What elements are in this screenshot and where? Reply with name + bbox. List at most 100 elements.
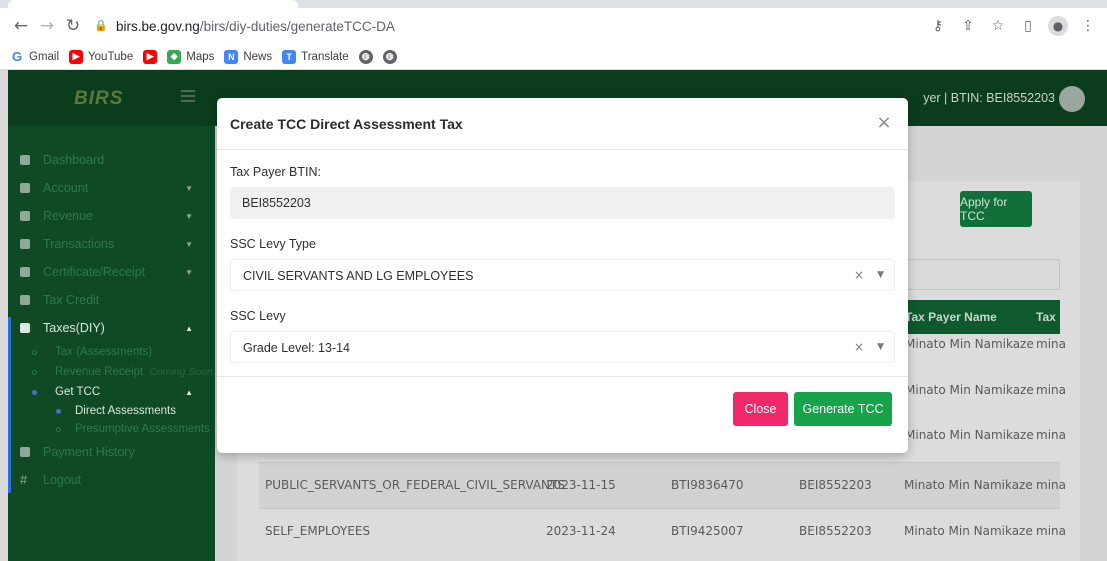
active-tab[interactable] [8,0,298,8]
table-row[interactable]: PUBLIC_SERVANTS_OR_FEDERAL_CIVIL_SERVANT… [259,462,1066,508]
forward-icon[interactable]: → [34,13,60,39]
menu-icon[interactable]: ⋮ [1077,15,1099,37]
table-cell: Minato Min Namikaze [905,383,1034,397]
table-row[interactable]: SELF_EMPLOYEES 2023-11-24 BTI9425007 BEI… [259,508,1066,554]
home-icon [20,155,30,165]
bookmark-globe-1[interactable]: ◍ [358,49,373,64]
table-cell: mina [1036,428,1066,442]
table-cell: Minato Min Namikaze [905,428,1034,442]
bookmark-gmail[interactable]: G Gmail [10,49,59,64]
address-bar[interactable]: 🔒 birs.be.gov.ng/birs/diy-duties/generat… [94,19,395,34]
bookmark-news[interactable]: N News [224,49,272,64]
nav-row: ← → ↻ 🔒 birs.be.gov.ng/birs/diy-duties/g… [0,8,1107,44]
hamburger-icon[interactable] [181,90,195,102]
sidebar-menu: Dashboard Account ▼ Revenue ▼ Transactions… [8,146,215,494]
reload-icon[interactable]: ↻ [60,13,86,39]
levy-select[interactable]: Grade Level: 13-14 × ▼ [230,331,895,363]
sidebar-item-revenue[interactable]: Revenue ▼ [8,202,215,230]
sidebar-subitem-presumptive-assessments[interactable]: Presumptive Assessments [8,420,215,438]
levy-type-value: CIVIL SERVANTS AND LG EMPLOYEES [243,269,474,283]
caret-up-icon: ▲ [185,387,193,397]
sidebar-subitem-label: Get TCC [55,386,101,398]
avatar[interactable] [1059,86,1085,112]
apply-for-tcc-button[interactable]: Apply for TCC [960,191,1032,227]
sidebar-item-label: Dashboard [43,153,105,167]
table-cell: mina [1036,337,1066,351]
circle-icon [56,426,61,432]
sidebar-subitem-tax-assessments[interactable]: Tax (Assessments) [8,342,215,362]
lock-icon: 🔒 [94,20,108,32]
star-icon[interactable]: ☆ [987,15,1009,37]
table-cell: mina [1036,524,1066,538]
sidebar-item-label: Revenue [43,209,94,223]
key-icon[interactable]: ⚷ [927,15,949,37]
share-icon[interactable]: ⇪ [957,15,979,37]
clear-icon[interactable]: × [854,268,864,282]
sidebar-item-account[interactable]: Account ▼ [8,174,215,202]
coming-soon-badge: Coming Soon [149,366,213,378]
table-cell: Minato Min Namikaze [904,478,1033,492]
birs-logo: BIRS [74,88,124,109]
google-icon: G [11,49,23,64]
sidebar-item-payment-history[interactable]: Payment History [8,438,215,466]
caret-up-icon: ▲ [185,323,193,333]
close-icon[interactable]: × [873,111,895,133]
sidebar-item-taxes-diy[interactable]: Taxes(DIY) ▲ [8,314,215,342]
bookmark-label: Maps [186,50,215,63]
levy-type-label: SSC Levy Type [230,237,316,251]
sidebar-subitem-label: Direct Assessments [75,405,176,417]
caret-down-icon: ▼ [185,239,193,249]
bookmark-translate[interactable]: T Translate [282,49,349,64]
toolbar-icons: ⚷ ⇪ ☆ ▯ ● ⋮ [927,8,1099,44]
caret-down-icon: ▼ [185,183,193,193]
bookmark-globe-2[interactable]: ◍ [382,49,397,64]
table-cell: BTI9836470 [671,478,744,492]
youtube-icon: ▶ [143,49,158,64]
generate-tcc-button[interactable]: Generate TCC [794,392,892,426]
sidebar-item-label: Transactions [43,237,115,251]
sidebar-item-label: Logout [43,473,82,487]
table-cell: mina [1036,383,1066,397]
sidebar-subitem-direct-assessments[interactable]: Direct Assessments [8,402,215,420]
translate-icon: T [282,49,297,64]
sidebar-subitem-get-tcc[interactable]: Get TCC ▲ [8,382,215,402]
table-search-input[interactable] [895,259,1060,290]
table-cell: 2023-11-24 [546,524,616,538]
sidebar-item-dashboard[interactable]: Dashboard [8,146,215,174]
circle-icon [32,349,37,355]
hash-icon: # [20,472,28,487]
chevron-down-icon[interactable]: ▼ [877,270,884,280]
back-icon[interactable]: ← [8,13,34,39]
table-cell: mina [1036,478,1066,492]
bookmark-youtube-2[interactable]: ▶ [143,49,158,64]
sidebar-item-label: Taxes(DIY) [43,321,105,335]
bookmark-label: Translate [301,50,349,63]
levy-type-select[interactable]: CIVIL SERVANTS AND LG EMPLOYEES × ▼ [230,259,895,291]
close-button[interactable]: Close [733,392,788,426]
btin-field[interactable]: BEI8552203 [230,187,895,219]
sidebar-item-transactions[interactable]: Transactions ▼ [8,230,215,258]
sidebar-item-label: Account [43,181,89,195]
bookmark-youtube[interactable]: ▶ YouTube [69,49,133,64]
table-cell: Minato Min Namikaze [905,337,1034,351]
modal-title: Create TCC Direct Assessment Tax [230,116,463,132]
btin-value: BEI8552203 [242,196,311,210]
user-icon [20,183,30,193]
profile-icon[interactable]: ● [1047,15,1069,37]
create-tcc-modal: Create TCC Direct Assessment Tax × Tax P… [217,98,908,453]
sidepanel-icon[interactable]: ▯ [1017,15,1039,37]
clear-icon[interactable]: × [854,340,864,354]
sidebar-item-logout[interactable]: # Logout [8,466,215,494]
btin-label: Tax Payer BTIN: [230,165,321,179]
circle-icon [56,408,61,414]
sidebar-subitem-revenue-receipt[interactable]: Revenue Receipt Coming Soon [8,362,215,382]
user-icon [20,267,30,277]
modal-header: Create TCC Direct Assessment Tax × [217,98,908,150]
caret-down-icon: ▼ [185,267,193,277]
chevron-down-icon[interactable]: ▼ [877,342,884,352]
sidebar-item-tax-credit[interactable]: Tax Credit [8,286,215,314]
column-header-tax: Tax [1036,310,1056,324]
sidebar-item-certificate[interactable]: Certificate/Receipt ▼ [8,258,215,286]
bookmark-maps[interactable]: ◆ Maps [167,49,215,64]
modal-footer [217,376,908,377]
